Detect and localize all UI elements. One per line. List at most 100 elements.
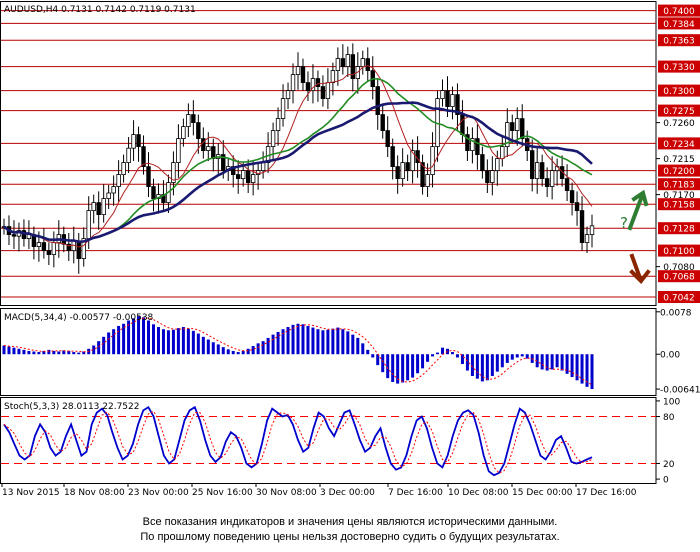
macd-bar — [341, 329, 345, 355]
macd-bar — [450, 352, 454, 355]
candle-body — [500, 146, 505, 160]
macd-bar — [490, 354, 494, 376]
candle-body — [390, 146, 395, 168]
macd-bar — [246, 348, 250, 355]
x-tick-label: 15 Dec 00:00 — [512, 488, 573, 498]
candle-body — [490, 170, 495, 184]
macd-bar — [371, 354, 375, 358]
macd-bar — [226, 349, 230, 355]
macd-bar — [336, 327, 340, 355]
candle-body — [290, 74, 296, 91]
macd-bar — [455, 354, 459, 358]
price-badge-label: 0.7158 — [663, 201, 695, 211]
macd-bar — [411, 354, 415, 378]
macd-bar — [505, 354, 509, 363]
macd-bar — [22, 349, 26, 355]
candle-body — [211, 146, 216, 160]
macd-bar — [296, 323, 300, 355]
price-badge-label: 0.7400 — [663, 7, 695, 17]
candle-body — [36, 242, 42, 248]
macd-bar — [196, 333, 200, 355]
macd-title: MACD(5,34,4) -0.00577 -0.00538 — [4, 313, 154, 323]
candle-body — [574, 202, 580, 212]
candle-body — [315, 78, 321, 87]
macd-bar — [495, 354, 499, 372]
macd-bar — [485, 354, 489, 381]
price-badge-label: 0.7200 — [663, 167, 695, 177]
y-tick-label: 100 — [663, 397, 680, 407]
x-tick-label: 17 Dec 16:00 — [576, 488, 637, 498]
macd-bar — [176, 328, 180, 355]
candle-body — [335, 58, 341, 71]
macd-bar — [2, 345, 6, 355]
candle-body — [191, 114, 196, 123]
macd-bar — [166, 330, 170, 355]
candle-body — [250, 174, 256, 184]
candle-body — [480, 154, 485, 172]
macd-bar — [520, 354, 524, 357]
y-tick-label: 20 — [663, 460, 675, 470]
candle-body — [579, 210, 585, 244]
question-mark-icon: ? — [620, 214, 628, 232]
chart-svg: 0.7400 0.7384 0.7363 0.7330 0.7300 0.7275 0.72… — [0, 1, 700, 498]
macd-bar — [321, 330, 325, 355]
macd-bar — [311, 327, 315, 355]
macd-bar — [386, 354, 390, 379]
macd-bar — [515, 354, 519, 358]
y-tick-label: 0 — [663, 476, 669, 486]
macd-bar — [540, 354, 544, 370]
price-badge-label: 0.7275 — [663, 107, 695, 117]
disclaimer-line-1: Все показания индикаторов и значения цен… — [142, 516, 558, 528]
macd-bar — [550, 354, 554, 370]
macd-bar — [236, 352, 240, 355]
macd-bar — [171, 329, 175, 355]
macd-bar — [460, 354, 464, 365]
macd-bar — [421, 354, 425, 369]
disclaimer-line-2: По прошлому поведению цены нельзя достов… — [140, 531, 560, 543]
candle-body — [510, 122, 515, 131]
y-tick-label: 0.00 — [660, 351, 680, 361]
candle-body — [340, 58, 346, 67]
macd-bar — [555, 354, 559, 368]
candle-body — [530, 150, 535, 180]
macd-bar — [201, 336, 205, 355]
macd-bar — [186, 328, 190, 355]
macd-bar — [426, 354, 430, 362]
candle-body — [450, 94, 455, 107]
candle-body — [106, 192, 111, 199]
candle-body — [300, 66, 306, 83]
y-tick-label: 0.7215 — [663, 155, 695, 165]
macd-bar — [206, 339, 210, 355]
candle-body — [111, 186, 116, 194]
macd-bar — [361, 343, 365, 355]
macd-bar — [7, 346, 11, 355]
macd-bar — [436, 352, 440, 355]
macd-bar — [97, 341, 101, 355]
macd-bar — [291, 324, 295, 355]
candle-body — [41, 242, 47, 252]
candle-body — [325, 82, 331, 99]
macd-bar — [306, 325, 310, 355]
candle-body — [360, 58, 365, 67]
macd-bar — [356, 337, 360, 355]
candle-body — [146, 166, 151, 188]
chart-root: 0.7400 0.7384 0.7363 0.7330 0.7300 0.7275 0.72… — [0, 0, 700, 505]
macd-bar — [231, 350, 235, 355]
macd-bar — [441, 347, 445, 355]
macd-bar — [156, 327, 160, 355]
macd-bar — [316, 329, 320, 355]
macd-bar — [475, 354, 479, 379]
macd-bar — [181, 327, 185, 355]
macd-bar — [47, 349, 51, 355]
candle-body — [584, 234, 590, 244]
macd-bar — [416, 354, 420, 374]
macd-bar — [401, 354, 405, 383]
candle-body — [495, 158, 500, 172]
price-badge-label: 0.7384 — [663, 20, 695, 30]
candle-body — [245, 170, 251, 184]
candle-body — [400, 162, 405, 180]
macd-bar — [545, 354, 549, 371]
x-tick-label: 23 Nov 00:00 — [128, 488, 189, 498]
candle-body — [181, 126, 186, 139]
candle-body — [549, 170, 555, 188]
